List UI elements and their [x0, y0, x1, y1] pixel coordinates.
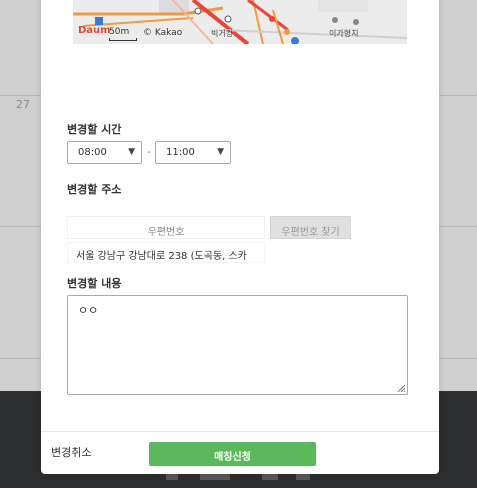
submit-matching-button[interactable]: 매칭신청	[149, 442, 316, 466]
location-map[interactable]: Daum 50m © Kakao 빅거킹 이가형치	[73, 0, 407, 44]
calendar-grid-line	[0, 95, 41, 96]
resize-grip-icon[interactable]	[397, 384, 405, 392]
calendar-grid-line	[0, 226, 41, 227]
end-time-select[interactable]: 11:00 ▼	[155, 141, 231, 164]
end-time-value: 11:00	[166, 147, 195, 158]
time-section-label: 변경할 시간	[67, 123, 122, 136]
content-textarea[interactable]: ㅇㅇ	[67, 295, 408, 395]
map-place-label: 이가형치	[329, 29, 359, 38]
postal-code-input[interactable]: 우편번호	[67, 216, 265, 239]
map-copyright: © Kakao	[143, 28, 183, 38]
map-provider-logo: Daum	[78, 25, 111, 36]
calendar-grid-line	[439, 95, 477, 96]
content-textarea-value: ㅇㅇ	[78, 304, 99, 317]
calendar-grid-line	[0, 358, 41, 359]
start-time-value: 08:00	[78, 147, 107, 158]
content-section-label: 변경할 내용	[67, 277, 122, 290]
chevron-down-icon: ▼	[217, 147, 224, 157]
time-separator: -	[147, 145, 151, 158]
calendar-grid-line	[439, 358, 477, 359]
map-place-label: 빅거킹	[211, 29, 234, 38]
map-scale-bar	[109, 38, 137, 41]
calendar-grid-line	[439, 226, 477, 227]
change-request-modal: Daum 50m © Kakao 빅거킹 이가형치 변경할 시간 08:00 ▼…	[41, 0, 439, 474]
map-scale-label: 50m	[109, 27, 130, 37]
start-time-select[interactable]: 08:00 ▼	[67, 141, 142, 164]
modal-footer: 변경취소 매칭신청	[41, 431, 439, 474]
chevron-down-icon: ▼	[128, 147, 135, 157]
find-postal-code-button[interactable]: 우편번호 찾기	[270, 216, 351, 239]
calendar-day-number: 27	[16, 98, 30, 111]
address-field[interactable]: 서울 강남구 강남대로 238 (도곡동, 스카	[67, 242, 265, 263]
cancel-change-button[interactable]: 변경취소	[51, 444, 91, 460]
address-section-label: 변경할 주소	[67, 183, 122, 196]
